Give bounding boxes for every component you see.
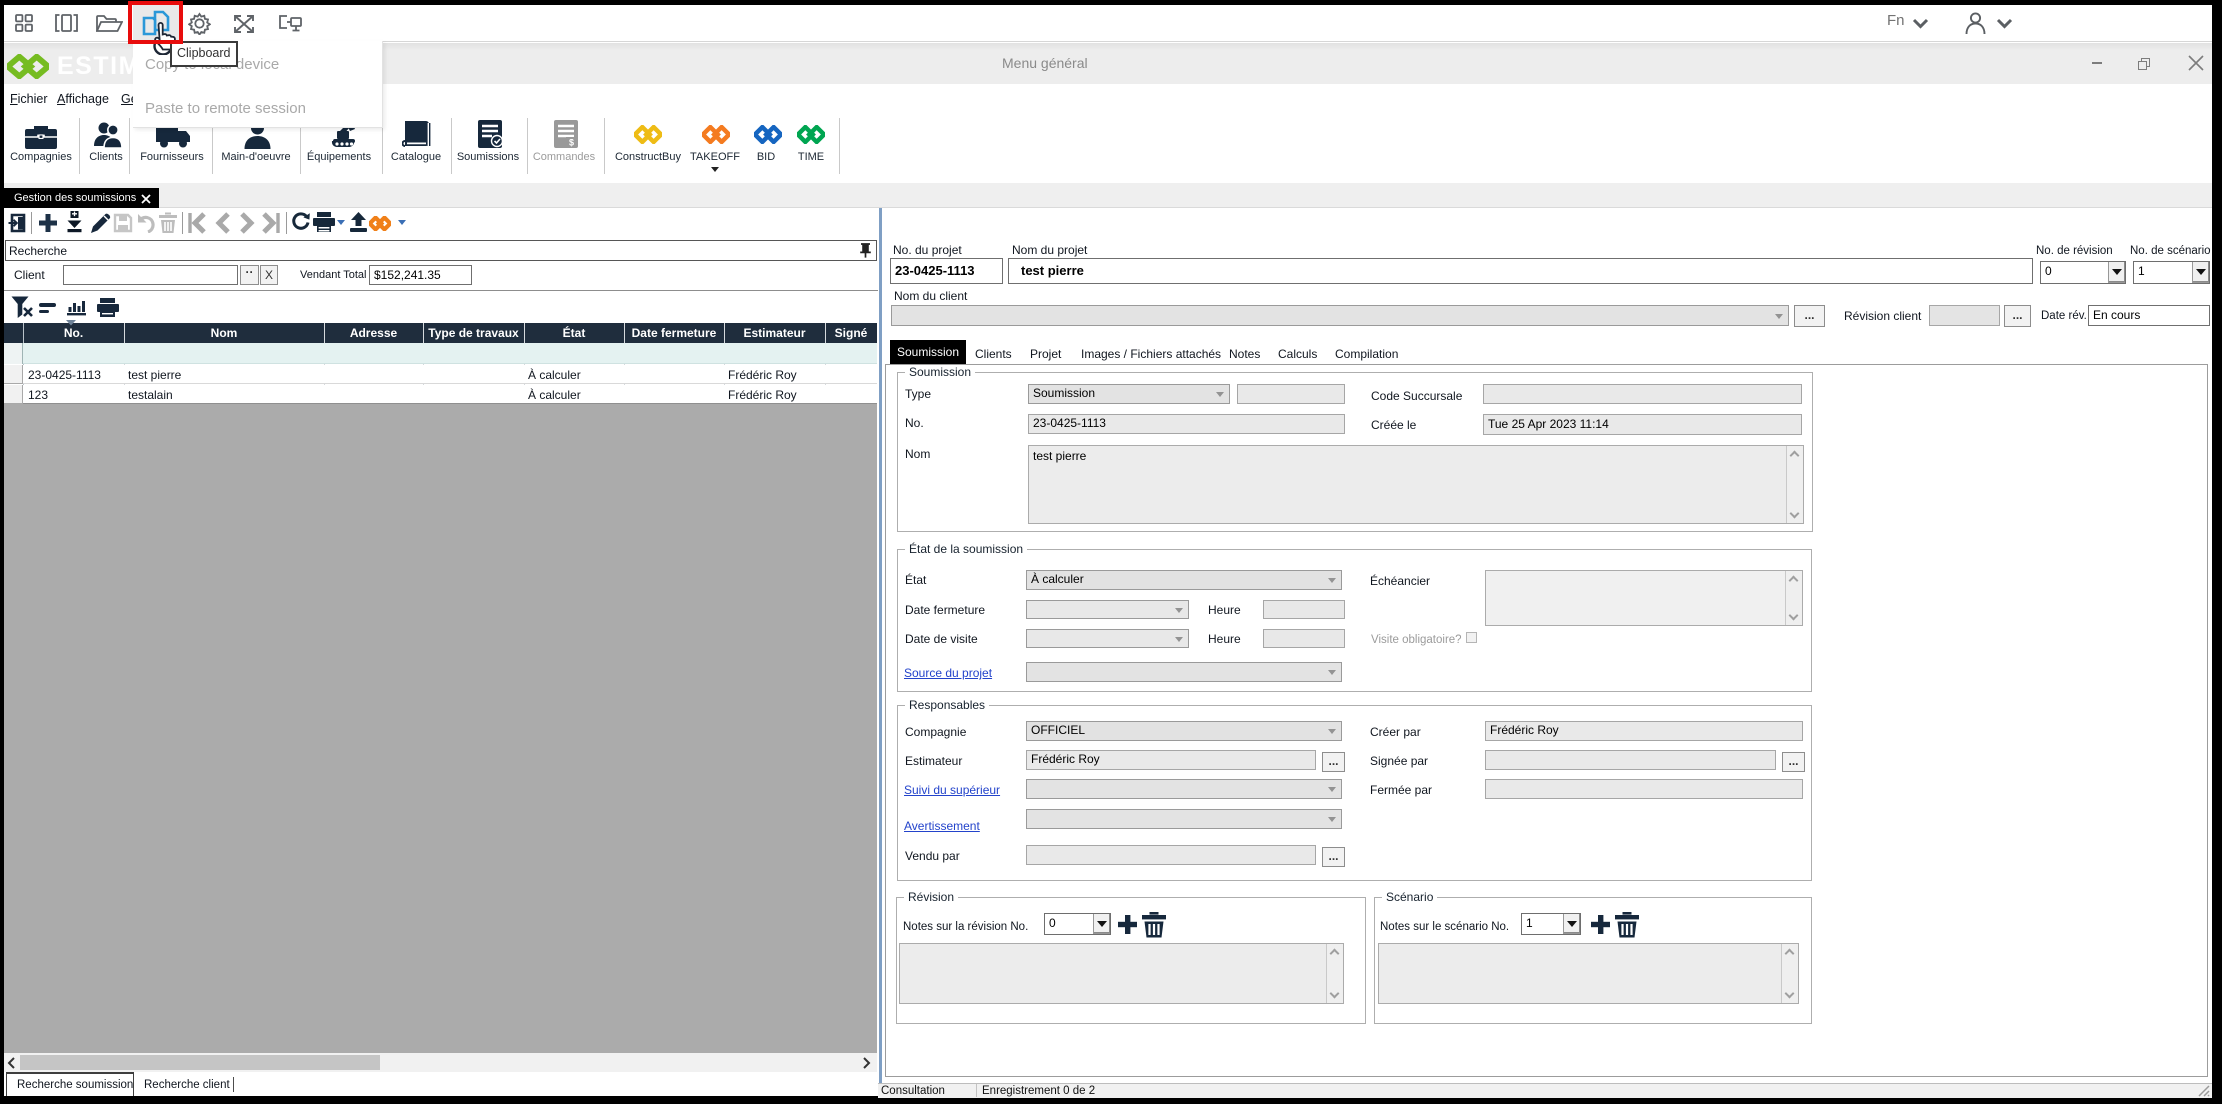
- svg-text:$: $: [569, 138, 574, 148]
